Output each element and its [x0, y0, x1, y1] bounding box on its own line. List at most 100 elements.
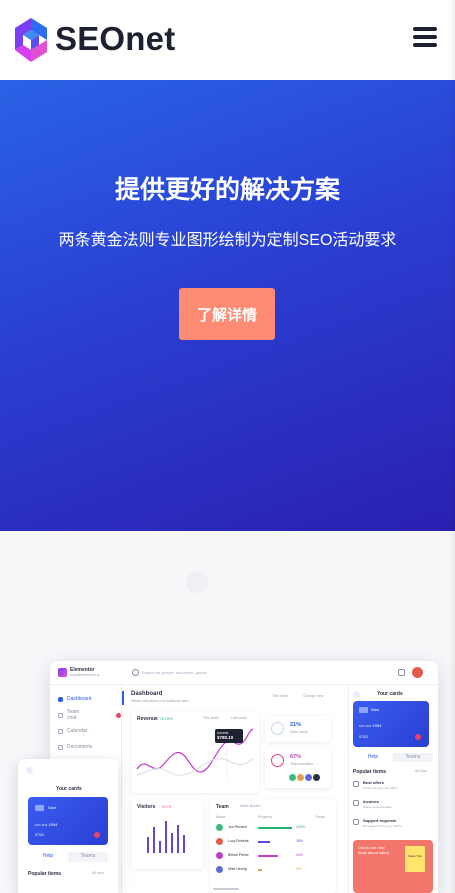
mock-team-tile: 67% Team activities: [265, 748, 331, 788]
mock-revenue-panel: Revenue +10.5% This week Last week Incom…: [131, 711, 259, 793]
mock-card-brand: Saint: [371, 708, 379, 712]
learn-more-button[interactable]: 了解详情: [179, 288, 275, 340]
site-header: SEOnet: [0, 0, 455, 80]
brand-name[interactable]: SEOnet: [55, 20, 175, 58]
mock-sidebar-label: Calendar: [67, 728, 88, 734]
mock-sidebar-label: Documents: [67, 744, 93, 750]
phone-card-brand: Saint: [48, 806, 56, 810]
phone-segmented-control: Help Teams: [28, 852, 108, 862]
mock-seg-help: Help: [353, 753, 393, 762]
mock-ring-icon: [271, 754, 284, 767]
home-indicator[interactable]: [213, 888, 239, 890]
mock-row-pct: 2%: [296, 867, 302, 871]
table-row: Mike Hering 2%: [216, 865, 330, 875]
list-item: Invoices Where documentation: [353, 799, 435, 813]
mock-promo-card: Check our new book about sales! Sales Ti…: [353, 840, 433, 893]
mock-visitors-bar-chart: [147, 821, 185, 853]
mock-item-title: Invoices: [363, 799, 380, 804]
mock-col-progress: Progress: [258, 815, 273, 819]
hamburger-menu-icon[interactable]: [413, 27, 439, 49]
mock-avatar: [412, 667, 423, 678]
mock-card-number: •••• •••• 1954: [359, 723, 382, 728]
mock-notification-icon: [398, 669, 405, 676]
mock-sidebar-item: Team chat: [58, 709, 121, 721]
mock-col-name: Name: [216, 815, 226, 819]
mock-active-marker: [122, 691, 124, 705]
mock-visitors-panel: Visitors +0.73: [131, 799, 203, 869]
mock-card-logo-icon: [415, 734, 421, 740]
phone-popular-title: Popular items: [28, 871, 62, 877]
mock-item-sub: 56 requests from your clients: [363, 824, 402, 828]
mock-sales-tile: 21% Sales done: [265, 716, 331, 742]
mock-seg-teams: Teams: [405, 754, 421, 760]
mock-row-pct: 100%: [296, 825, 305, 829]
mock-sidebar-item: Documents: [58, 743, 92, 751]
mock-revenue-change: +10.5%: [159, 716, 173, 721]
mock-avatar-stack: [289, 774, 320, 781]
mock-row-name: Mike Hering: [228, 867, 247, 871]
table-row: Lucy Roberts 18%: [216, 837, 330, 847]
mock-sales-percent: 21%: [290, 722, 302, 728]
mock-legend-this-week: This week: [203, 716, 219, 720]
mock-app-logo-icon: [58, 668, 67, 677]
mock-segmented-control: Help Teams: [353, 753, 433, 762]
mock-popular-title: Popular items: [353, 769, 387, 775]
mock-sidebar-item: Dashboard: [58, 695, 91, 703]
table-row: Jon Richard 100%: [216, 823, 330, 833]
mock-visitors-title: Visitors: [137, 804, 156, 810]
mock-row-pct: 44%: [296, 853, 304, 857]
mock-sales-label: Sales done: [290, 730, 308, 734]
mock-team-panel: Team Sales Boston Name Progress Deals Jo…: [210, 799, 336, 893]
mock-cards-title: Your cards: [377, 691, 403, 697]
mock-topbar: Elementor user@elementor.io Search for p…: [50, 661, 438, 685]
showcase-section: Elementor user@elementor.io Search for p…: [0, 531, 455, 893]
mock-sidebar-item: Calendar: [58, 727, 87, 735]
list-item: Best offers Check out new new offers: [353, 780, 435, 794]
mock-credit-card: Saint •••• •••• 1954 07/23: [353, 701, 429, 747]
mock-filter-week: This week: [272, 694, 288, 698]
mock-visitors-change: +0.73: [161, 804, 172, 809]
mock-item-title: Support requests: [363, 818, 397, 823]
mock-team-label: Team activities: [290, 762, 313, 766]
mock-search-icon: [132, 669, 139, 676]
mock-row-pct: 18%: [296, 839, 304, 843]
seonet-logo-icon[interactable]: [15, 18, 47, 62]
mock-item-title: Best offers: [363, 780, 384, 785]
mock-right-column: Your cards Saint •••• •••• 1954 07/23 He…: [348, 685, 438, 893]
mock-team-percent: 67%: [290, 754, 302, 760]
decorative-circle: [186, 571, 208, 593]
phone-seg-teams: Teams: [80, 853, 96, 859]
mock-row-name: Lucy Roberts: [228, 839, 249, 843]
phone-popular-link: All food: [92, 871, 104, 875]
phone-card-number: •••• •••• 1954: [35, 822, 58, 827]
mock-tooltip-value: $780.10: [217, 735, 234, 740]
phone-mockup-image: Your cards Saint •••• •••• 1954 07/23 He…: [18, 759, 118, 893]
mock-col-deals: Deals: [316, 815, 325, 819]
phone-card-logo-icon: [94, 832, 100, 838]
mock-row-name: Jon Richard: [228, 825, 247, 829]
mock-promo-text: Check our new book about sales!: [358, 845, 390, 855]
table-row: Bilhah Pierce 44%: [216, 851, 330, 861]
mock-badge: [116, 712, 121, 718]
mock-page-sub: Whats new about your business here: [131, 699, 189, 703]
phone-seg-help: Help: [28, 852, 68, 862]
phone-cards-title: Your cards: [56, 786, 82, 792]
phone-plus-icon: [26, 767, 33, 774]
mock-revenue-title: Revenue: [137, 716, 158, 722]
mock-sidebar-label: Team chat: [67, 709, 80, 721]
mock-card-chip-icon: [359, 707, 368, 713]
mock-popular-link: All food: [415, 769, 427, 773]
scroll-edge-shadow: [449, 0, 455, 893]
mock-revenue-tooltip: Income $780.10: [215, 729, 243, 743]
mock-item-sub: Where documentation: [363, 805, 393, 809]
mock-app-sub: user@elementor.io: [70, 673, 100, 677]
mock-row-name: Bilhah Pierce: [228, 853, 249, 857]
mock-card-expiry: 07/23: [359, 735, 368, 739]
hero-section: 提供更好的解决方案 两条黄金法则专业图形绘制为定制SEO活动要求 了解详情: [0, 80, 455, 531]
hero-subtitle: 两条黄金法则专业图形绘制为定制SEO活动要求: [58, 232, 397, 249]
mock-promo-book: Sales Tips: [405, 846, 425, 872]
mock-item-sub: Check out new new offers: [363, 786, 398, 790]
phone-credit-card: Saint •••• •••• 1954 07/23: [28, 797, 108, 845]
mock-star-icon: [271, 722, 284, 735]
mock-team-filter: Sales Boston: [240, 804, 261, 808]
